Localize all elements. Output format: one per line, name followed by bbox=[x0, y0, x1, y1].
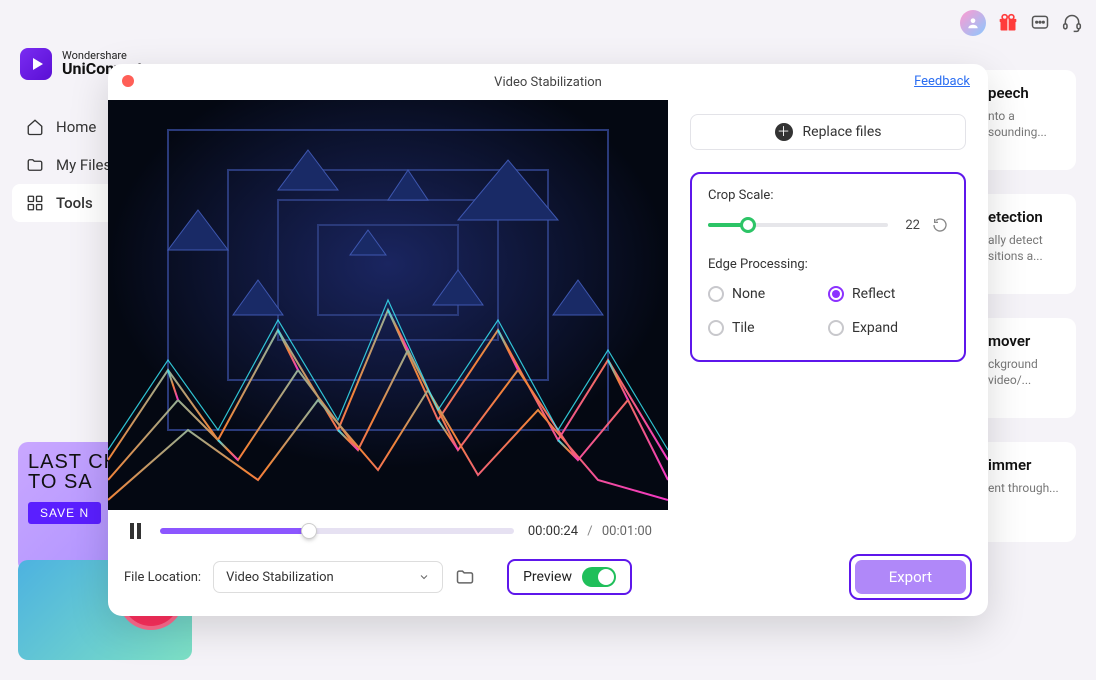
plus-circle-icon: ＋ bbox=[775, 123, 793, 141]
crop-scale-label: Crop Scale: bbox=[708, 188, 948, 203]
card-title: immer bbox=[988, 456, 1064, 474]
home-icon bbox=[26, 118, 44, 136]
card-title: etection bbox=[988, 208, 1064, 226]
feedback-link[interactable]: Feedback bbox=[914, 74, 970, 89]
crop-scale-row: 22 bbox=[708, 217, 948, 233]
video-preview[interactable] bbox=[108, 100, 668, 510]
message-icon[interactable] bbox=[1030, 13, 1050, 33]
preview-label: Preview bbox=[523, 569, 572, 585]
slider-thumb[interactable] bbox=[740, 217, 756, 233]
radio-reflect[interactable]: Reflect bbox=[828, 286, 948, 302]
tool-card[interactable]: etection ally detect sitions a... bbox=[976, 194, 1076, 294]
video-stabilization-dialog: Video Stabilization Feedback bbox=[108, 64, 988, 616]
radio-circle-icon bbox=[708, 286, 724, 302]
file-location-select[interactable]: Video Stabilization bbox=[213, 561, 443, 593]
dialog-close-button[interactable] bbox=[122, 75, 134, 87]
tool-card[interactable]: immer ent through... bbox=[976, 442, 1076, 542]
crop-scale-slider[interactable] bbox=[708, 223, 888, 227]
support-icon[interactable] bbox=[1062, 13, 1082, 33]
replace-files-button[interactable]: ＋ Replace files bbox=[690, 114, 966, 150]
stabilization-settings: Crop Scale: 22 Edge Processing: bbox=[690, 172, 966, 362]
video-artwork bbox=[108, 100, 668, 510]
radio-label: None bbox=[732, 286, 765, 302]
card-desc: ckground video/... bbox=[988, 356, 1064, 388]
reset-icon[interactable] bbox=[932, 217, 948, 233]
radio-circle-icon bbox=[828, 286, 844, 302]
tool-card[interactable]: mover ckground video/... bbox=[976, 318, 1076, 418]
files-icon bbox=[26, 156, 44, 174]
preview-toggle-group: Preview bbox=[507, 559, 632, 595]
replace-files-label: Replace files bbox=[803, 124, 882, 140]
export-button[interactable]: Export bbox=[855, 560, 966, 594]
radio-label: Expand bbox=[852, 320, 898, 336]
card-desc: ally detect sitions a... bbox=[988, 232, 1064, 264]
sidebar-item-label: Home bbox=[56, 118, 96, 136]
sidebar-item-label: My Files bbox=[56, 156, 111, 174]
file-location-value: Video Stabilization bbox=[226, 570, 334, 585]
radio-tile[interactable]: Tile bbox=[708, 320, 828, 336]
promo-pill: SAVE N bbox=[28, 502, 101, 524]
tools-icon bbox=[26, 194, 44, 212]
tool-card[interactable]: peech nto a sounding... bbox=[976, 70, 1076, 170]
dialog-header: Video Stabilization Feedback bbox=[108, 64, 988, 100]
sidebar-item-label: Tools bbox=[56, 194, 93, 212]
radio-none[interactable]: None bbox=[708, 286, 828, 302]
edge-processing-label: Edge Processing: bbox=[708, 257, 948, 272]
card-title: peech bbox=[988, 84, 1064, 102]
card-desc: ent through... bbox=[988, 480, 1064, 496]
tool-cards: peech nto a sounding... etection ally de… bbox=[976, 70, 1076, 542]
gift-icon[interactable] bbox=[998, 13, 1018, 33]
card-desc: nto a sounding... bbox=[988, 108, 1064, 140]
titlebar-actions bbox=[960, 10, 1082, 36]
file-location-label: File Location: bbox=[124, 570, 201, 585]
radio-circle-icon bbox=[828, 320, 844, 336]
radio-label: Tile bbox=[732, 320, 755, 336]
crop-scale-value: 22 bbox=[900, 218, 920, 233]
timeline-slider[interactable] bbox=[160, 528, 514, 534]
timeline-fill bbox=[160, 528, 309, 534]
preview-toggle[interactable] bbox=[582, 567, 616, 587]
radio-circle-icon bbox=[708, 320, 724, 336]
main-window: Wondershare UniConverter Home My Files bbox=[0, 0, 1096, 680]
chevron-down-icon bbox=[418, 571, 430, 583]
card-title: mover bbox=[988, 332, 1064, 350]
export-highlight: Export bbox=[849, 554, 972, 600]
radio-label: Reflect bbox=[852, 286, 895, 302]
user-avatar[interactable] bbox=[960, 10, 986, 36]
radio-expand[interactable]: Expand bbox=[828, 320, 948, 336]
edge-processing-options: None Reflect Tile Expand bbox=[708, 286, 948, 336]
logo-mark-icon bbox=[20, 48, 52, 80]
open-folder-button[interactable] bbox=[455, 567, 475, 587]
dialog-title: Video Stabilization bbox=[494, 75, 602, 90]
dialog-bottombar: File Location: Video Stabilization Previ… bbox=[108, 536, 988, 600]
